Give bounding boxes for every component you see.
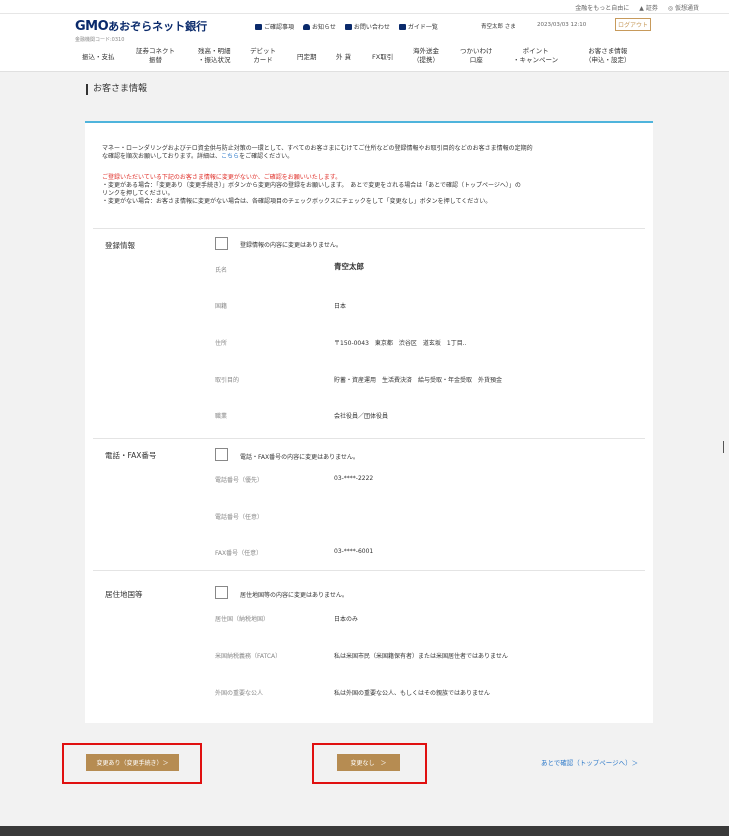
phone-checkbox-label: 電話・FAX番号の内容に変更はありません。 [240, 454, 359, 461]
utility-tagline[interactable]: 金融をもっと自由に [575, 3, 629, 12]
value-tax-residence: 日本のみ [334, 616, 359, 623]
divider [93, 570, 645, 571]
user-name: 青空太郎 さま [481, 24, 516, 30]
registration-checkbox-label: 登録情報の内容に変更はありません。 [240, 242, 342, 249]
label-name: 氏名 [215, 267, 228, 274]
label-pep: 外国の重要な公人 [215, 690, 264, 697]
value-address: 〒150-0043 東京都 渋谷区 道玄坂 1丁目.. [334, 340, 467, 347]
divider [93, 438, 645, 439]
global-nav: 振込・支払 証券コネクト 振替 残高・明細 ・振込状況 デビット カード 円定期 外 … [0, 47, 729, 71]
site-header: GMOあおぞらネット銀行 金融機関コード:0310 ご確認事項 お知らせ お問い… [0, 14, 729, 72]
label-phone-primary: 電話番号（優先） [215, 477, 264, 484]
nav-sub-account[interactable]: つかいわけ 口座 [460, 47, 493, 65]
book-icon [398, 23, 406, 30]
no-change-button[interactable]: 変更なし ＞ [337, 754, 400, 771]
news-link[interactable]: お知らせ [303, 22, 336, 31]
contact-link[interactable]: お問い合わせ [344, 22, 390, 31]
customer-info-card: マネー・ローンダリングおよびテロ資金供与防止対策の一環として、すべてのお客さまに… [85, 121, 653, 723]
nav-debit[interactable]: デビット カード [250, 47, 276, 65]
instructions-text: ご登録いただいている下記のお客さま情報に変更がないか、ご確認をお願いいたします。… [102, 174, 642, 206]
nav-customer-info[interactable]: お客さま情報 （申込・設定） [585, 47, 631, 65]
value-nationality: 日本 [334, 303, 347, 310]
value-fax: 03-****-6001 [334, 548, 374, 555]
nav-fx[interactable]: FX取引 [372, 53, 393, 62]
later-link[interactable]: あとで確認（トップページへ）＞ [541, 757, 638, 767]
page-title: お客さま情報 [86, 84, 147, 95]
residence-checkbox-label: 居住地国等の内容に変更はありません。 [240, 592, 348, 599]
nav-transfer[interactable]: 振込・支払 [82, 53, 115, 62]
nav-balance[interactable]: 残高・明細 ・振込状況 [198, 47, 231, 65]
bank-logo[interactable]: GMOあおぞらネット銀行 [75, 18, 207, 34]
logout-button[interactable]: ログアウト [615, 18, 651, 31]
footer-bar [0, 826, 729, 836]
change-button[interactable]: 変更あり（変更手続き）＞ [86, 754, 179, 771]
value-phone-primary: 03-****-2222 [334, 475, 374, 482]
label-phone-optional: 電話番号（任意） [215, 514, 264, 521]
phone-unchanged-checkbox[interactable] [215, 448, 228, 461]
nav-overseas-remit[interactable]: 海外送金 （提携） [413, 47, 439, 65]
label-tax-residence: 居住国（納税地国） [215, 616, 270, 623]
registration-unchanged-checkbox[interactable] [215, 237, 228, 250]
bank-code: 金融機関コード:0310 [75, 37, 125, 43]
nav-yen-deposit[interactable]: 円定期 [297, 53, 317, 62]
value-occupation: 会社役員／団体役員 [334, 413, 389, 420]
value-pep: 私は外国の重要な公人、もしくはその親族ではありません [334, 690, 490, 697]
utility-crypto-link[interactable]: ◎ 仮想通貨 [668, 3, 699, 12]
guide-link[interactable]: ガイド一覧 [398, 22, 438, 31]
section-title-residence: 居住地国等 [105, 590, 143, 599]
label-fax: FAX番号（任意） [215, 550, 263, 557]
label-occupation: 職業 [215, 413, 228, 420]
nav-foreign-currency[interactable]: 外 貨 [336, 53, 351, 62]
section-title-phone: 電話・FAX番号 [105, 451, 157, 460]
nav-points[interactable]: ポイント ・キャンペーン [513, 47, 558, 65]
login-timestamp: 2023/03/03 12:10 [537, 22, 587, 28]
mail-icon [344, 23, 352, 30]
confirm-request-notice: ご登録いただいている下記のお客さま情報に変更がないか、ご確認をお願いいたします。 [102, 174, 342, 181]
value-name: 青空太郎 [334, 262, 364, 271]
label-nationality: 国籍 [215, 303, 228, 310]
label-address: 住所 [215, 340, 228, 347]
window-edge [723, 441, 729, 453]
label-fatca: 米国納税義務（FATCA） [215, 653, 282, 660]
bell-icon [303, 23, 311, 30]
details-link[interactable]: こちら [221, 153, 239, 160]
value-fatca: 私は米国市民（米国籍保有者）または米国居住者ではありません [334, 653, 508, 660]
value-purpose: 貯蓄・資産運用 生活費決済 給与受取・年金受取 外貨預金 [334, 377, 503, 384]
residence-unchanged-checkbox[interactable] [215, 586, 228, 599]
nav-securities-connect[interactable]: 証券コネクト 振替 [136, 47, 175, 65]
intro-text: マネー・ローンダリングおよびテロ資金供与防止対策の一環として、すべてのお客さまに… [102, 145, 533, 160]
header-links: ご確認事項 お知らせ お問い合わせ ガイド一覧 [255, 22, 438, 31]
utility-securities-link[interactable]: ▲ 証券 [639, 3, 658, 12]
notice-link[interactable]: ご確認事項 [255, 22, 294, 31]
utility-bar: 金融をもっと自由に ▲ 証券 ◎ 仮想通貨 [0, 0, 729, 14]
utility-links: 金融をもっと自由に ▲ 証券 ◎ 仮想通貨 [575, 3, 699, 12]
divider [93, 228, 645, 229]
label-purpose: 取引目的 [215, 377, 240, 384]
section-title-registration: 登録情報 [105, 241, 135, 250]
checklist-icon [255, 23, 262, 30]
